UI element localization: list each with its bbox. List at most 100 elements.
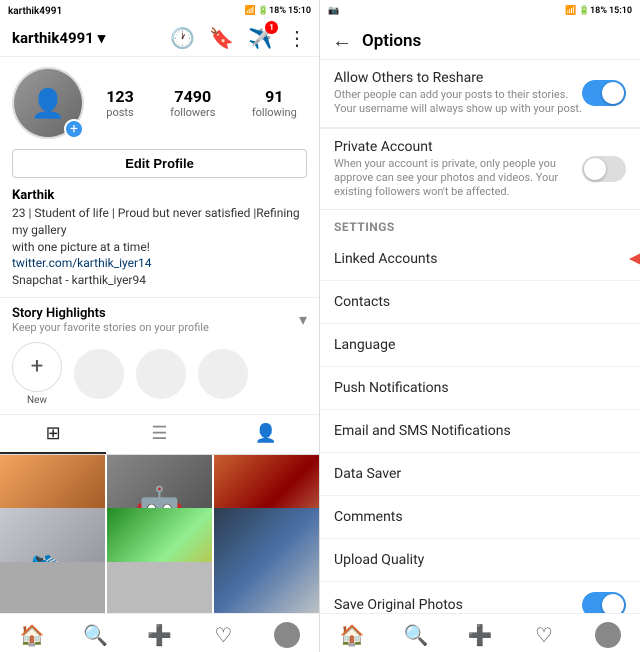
left-panel: karthik4991 📶 🔋18% 15:10 karthik4991 ▾ 🕐… bbox=[0, 0, 320, 652]
linked-accounts-row[interactable]: Linked Accounts bbox=[320, 238, 640, 281]
avatar-add-button[interactable]: + bbox=[64, 119, 84, 139]
tab-grid[interactable]: ⊞ bbox=[0, 415, 106, 454]
save-original-photos-toggle[interactable] bbox=[582, 592, 626, 613]
private-account-label: Private Account bbox=[334, 139, 582, 155]
data-saver-row[interactable]: Data Saver bbox=[320, 453, 640, 496]
save-original-photos-row: Save Original Photos bbox=[320, 582, 640, 613]
edit-profile-button[interactable]: Edit Profile bbox=[12, 149, 307, 178]
save-original-photos-label: Save Original Photos bbox=[334, 597, 463, 613]
photo-cell-8[interactable] bbox=[107, 562, 212, 613]
allow-reshare-label: Allow Others to Reshare bbox=[334, 70, 582, 86]
comments-row[interactable]: Comments bbox=[320, 496, 640, 539]
comments-label: Comments bbox=[334, 509, 403, 525]
right-nav-profile[interactable] bbox=[576, 622, 640, 648]
tab-tagged[interactable]: 👤 bbox=[213, 415, 319, 454]
notification-icon[interactable]: ✈️ 1 bbox=[248, 26, 273, 50]
photo-cell-7[interactable] bbox=[0, 562, 105, 613]
header-icons: 🕐 🔖 ✈️ 1 ⋮ bbox=[170, 26, 307, 50]
linked-accounts-label: Linked Accounts bbox=[334, 251, 437, 267]
followers-stat[interactable]: 7490 followers bbox=[170, 87, 215, 119]
left-header: karthik4991 ▾ 🕐 🔖 ✈️ 1 ⋮ bbox=[0, 22, 319, 57]
story-highlights: Story Highlights Keep your favorite stor… bbox=[0, 297, 319, 415]
clock-icon[interactable]: 🕐 bbox=[170, 26, 195, 50]
private-account-description: When your account is private, only peopl… bbox=[334, 157, 582, 200]
notification-badge: 1 bbox=[265, 21, 278, 34]
posts-stat[interactable]: 123 posts bbox=[106, 87, 134, 119]
options-content: Allow Others to Reshare Other people can… bbox=[320, 60, 640, 613]
allow-reshare-knob bbox=[602, 82, 624, 104]
photo-cell-6[interactable] bbox=[214, 508, 319, 613]
username-area[interactable]: karthik4991 ▾ bbox=[12, 29, 105, 47]
allow-reshare-toggle[interactable] bbox=[582, 80, 626, 106]
language-row[interactable]: Language bbox=[320, 324, 640, 367]
posts-label: posts bbox=[106, 106, 133, 119]
stats-area: 123 posts 7490 followers 91 following bbox=[96, 87, 307, 119]
menu-icon[interactable]: ⋮ bbox=[287, 26, 307, 50]
profile-section: 👤 + 123 posts 7490 followers 91 followin… bbox=[0, 57, 319, 188]
bio-name: Karthik bbox=[12, 188, 307, 203]
left-status-icons: 📶 🔋18% 15:10 bbox=[245, 6, 311, 16]
right-status-bar: 📷 📶 🔋18% 15:10 bbox=[320, 0, 640, 22]
profile-avatar-small bbox=[274, 622, 300, 648]
story-highlights-subtitle: Keep your favorite stories on your profi… bbox=[12, 321, 209, 334]
upload-quality-row[interactable]: Upload Quality bbox=[320, 539, 640, 582]
dropdown-icon: ▾ bbox=[98, 29, 106, 47]
nav-search[interactable]: 🔍 bbox=[64, 622, 128, 648]
allow-reshare-row: Allow Others to Reshare Other people can… bbox=[320, 60, 640, 127]
bookmark-icon[interactable]: 🔖 bbox=[209, 26, 234, 50]
push-notifications-row[interactable]: Push Notifications bbox=[320, 367, 640, 410]
bio-link1[interactable]: twitter.com/karthik_iyer14 bbox=[12, 256, 152, 270]
photo-grid: 🤖 👟 bbox=[0, 455, 319, 613]
data-saver-label: Data Saver bbox=[334, 466, 401, 482]
push-notifications-label: Push Notifications bbox=[334, 380, 449, 396]
email-sms-notifications-row[interactable]: Email and SMS Notifications bbox=[320, 410, 640, 453]
profile-top: 👤 + 123 posts 7490 followers 91 followin… bbox=[12, 67, 307, 139]
nav-home[interactable]: 🏠 bbox=[0, 622, 64, 648]
bio-line1: 23 | Student of life | Proud but never s… bbox=[12, 206, 300, 237]
story-circle-1[interactable] bbox=[74, 349, 124, 399]
following-label: following bbox=[252, 106, 297, 119]
tab-bar: ⊞ ☰ 👤 bbox=[0, 415, 319, 455]
tab-list[interactable]: ☰ bbox=[106, 415, 212, 454]
avatar-container: 👤 + bbox=[12, 67, 84, 139]
red-arrow-annotation bbox=[630, 249, 640, 269]
left-status-bar: karthik4991 📶 🔋18% 15:10 bbox=[0, 0, 319, 22]
bio-link2: Snapchat - karthik_iyer94 bbox=[12, 273, 146, 287]
posts-count: 123 bbox=[106, 87, 134, 106]
header-username: karthik4991 bbox=[12, 29, 94, 47]
new-story-label: New bbox=[27, 395, 47, 406]
allow-reshare-label-area: Allow Others to Reshare Other people can… bbox=[334, 70, 582, 117]
private-account-knob bbox=[584, 158, 606, 180]
right-panel: 📷 📶 🔋18% 15:10 ← Options Allow Others to… bbox=[320, 0, 640, 652]
left-status-username: karthik4991 bbox=[8, 6, 62, 17]
save-original-photos-knob bbox=[602, 594, 624, 613]
allow-reshare-description: Other people can add your posts to their… bbox=[334, 88, 582, 117]
right-bottom-nav: 🏠 🔍 ➕ ♡ bbox=[320, 613, 640, 652]
private-account-toggle[interactable] bbox=[582, 156, 626, 182]
language-label: Language bbox=[334, 337, 395, 353]
story-highlights-header: Story Highlights Keep your favorite stor… bbox=[12, 306, 307, 334]
right-profile-avatar-small bbox=[595, 622, 621, 648]
story-circle-3[interactable] bbox=[198, 349, 248, 399]
followers-count: 7490 bbox=[174, 87, 211, 106]
following-stat[interactable]: 91 following bbox=[252, 87, 297, 119]
right-status-time: 15:10 bbox=[609, 6, 632, 16]
email-sms-label: Email and SMS Notifications bbox=[334, 423, 511, 439]
contacts-row[interactable]: Contacts bbox=[320, 281, 640, 324]
bio-line2: with one picture at a time! bbox=[12, 240, 150, 254]
following-count: 91 bbox=[265, 87, 283, 106]
right-nav-activity[interactable]: ♡ bbox=[512, 622, 576, 648]
new-story-button[interactable]: + bbox=[12, 342, 62, 392]
back-button[interactable]: ← bbox=[332, 28, 352, 53]
right-status-icons: 📶 🔋18% 15:10 bbox=[565, 6, 632, 16]
left-bottom-nav: 🏠 🔍 ➕ ♡ bbox=[0, 613, 319, 652]
story-circle-2[interactable] bbox=[136, 349, 186, 399]
bio-section: Karthik 23 | Student of life | Proud but… bbox=[0, 188, 319, 297]
nav-profile[interactable] bbox=[255, 622, 319, 648]
nav-activity[interactable]: ♡ bbox=[191, 622, 255, 648]
right-nav-home[interactable]: 🏠 bbox=[320, 622, 384, 648]
nav-add[interactable]: ➕ bbox=[128, 622, 192, 648]
story-new[interactable]: + New bbox=[12, 342, 62, 406]
right-nav-search[interactable]: 🔍 bbox=[384, 622, 448, 648]
right-nav-add[interactable]: ➕ bbox=[448, 622, 512, 648]
